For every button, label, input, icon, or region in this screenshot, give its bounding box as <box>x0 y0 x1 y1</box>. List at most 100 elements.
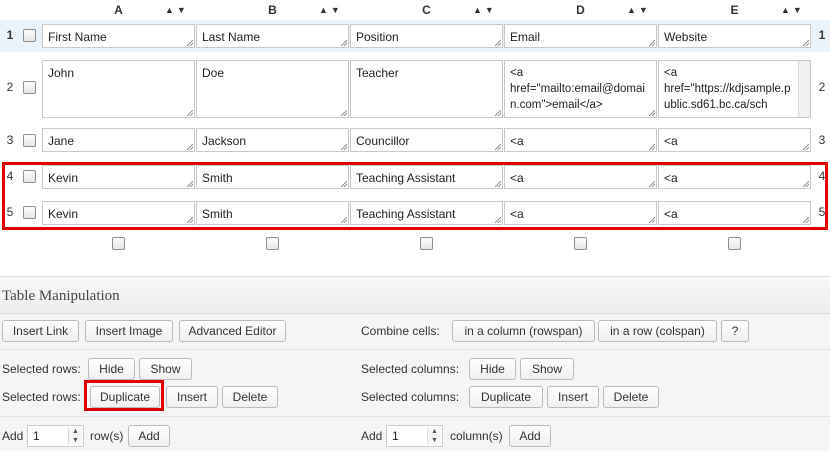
selected-rows-label: Selected rows: <box>2 362 81 376</box>
duplicate-columns-button[interactable]: Duplicate <box>469 386 543 408</box>
add-rows-input[interactable]: 1 ▲ ▼ <box>27 425 84 447</box>
column-header-c: C ▲▼ <box>350 0 503 20</box>
cell-text: <a <box>664 207 678 221</box>
cell-text: <a <box>664 171 678 185</box>
row-number: 2 <box>818 80 826 94</box>
cell-text: Doe <box>202 66 225 80</box>
table-cell[interactable]: Kevin <box>42 165 195 189</box>
divider <box>0 416 830 417</box>
table-cell[interactable]: Email <box>504 24 657 48</box>
insert-rows-button[interactable]: Insert <box>166 386 218 408</box>
sort-arrows-icon[interactable]: ▲▼ <box>781 0 805 20</box>
insert-image-button[interactable]: Insert Image <box>85 320 173 342</box>
columns-suffix-label: column(s) <box>450 429 503 443</box>
add-columns-value: 1 <box>392 429 399 443</box>
show-rows-button[interactable]: Show <box>139 358 192 380</box>
sort-arrows-icon[interactable]: ▲▼ <box>627 0 651 20</box>
column-header-e: E ▲▼ <box>658 0 811 20</box>
spinner-arrows-icon[interactable]: ▲ ▼ <box>427 427 441 445</box>
row-number: 2 <box>6 80 14 94</box>
combine-cells-label: Combine cells: <box>361 324 440 338</box>
row-select-checkbox[interactable] <box>23 81 36 94</box>
add-rows-button[interactable]: Add <box>128 425 170 447</box>
add-columns-button[interactable]: Add <box>509 425 551 447</box>
cell-text: Smith <box>202 171 233 185</box>
table-cell[interactable]: <a <box>504 201 657 225</box>
cell-text: Jane <box>48 134 75 148</box>
cell-text: Website <box>664 30 708 44</box>
cell-text: Councillor <box>356 134 410 148</box>
insert-link-button[interactable]: Insert Link <box>2 320 79 342</box>
table-cell[interactable]: <a href="mailto:email@domain.com">email<… <box>504 60 657 118</box>
colspan-button[interactable]: in a row (colspan) <box>598 320 717 342</box>
rowspan-button[interactable]: in a column (rowspan) <box>452 320 595 342</box>
row-select-checkbox[interactable] <box>23 206 36 219</box>
selected-columns-label: Selected columns: <box>361 362 460 376</box>
cell-text: Kevin <box>48 207 79 221</box>
cell-text: Teaching Assistant <box>356 207 456 221</box>
cell-text: <a href="mailto:email@domain.com">email<… <box>510 67 645 111</box>
row-number: 4 <box>818 169 826 183</box>
sort-arrows-icon[interactable]: ▲▼ <box>319 0 343 20</box>
help-button[interactable]: ? <box>721 320 749 342</box>
cell-text: Kevin <box>48 171 79 185</box>
table-cell[interactable]: Last Name <box>196 24 349 48</box>
table-cell[interactable]: Position <box>350 24 503 48</box>
column-select-checkbox[interactable] <box>266 237 279 250</box>
show-columns-button[interactable]: Show <box>520 358 574 380</box>
row-select-checkbox[interactable] <box>23 29 36 42</box>
divider <box>0 349 830 350</box>
insert-columns-button[interactable]: Insert <box>547 386 599 408</box>
table-cell[interactable]: <a <box>504 128 657 152</box>
row-select-checkbox[interactable] <box>23 134 36 147</box>
table-cell[interactable]: Doe <box>196 60 349 118</box>
table-cell[interactable]: <a <box>658 128 811 152</box>
table-cell[interactable]: Jackson <box>196 128 349 152</box>
cell-text: Smith <box>202 207 233 221</box>
table-cell[interactable]: <a <box>504 165 657 189</box>
cell-text: Jackson <box>202 134 247 148</box>
cell-text: Teaching Assistant <box>356 171 456 185</box>
row-select-checkbox[interactable] <box>23 170 36 183</box>
cell-text: <a <box>510 207 524 221</box>
column-header-a: A ▲▼ <box>42 0 195 20</box>
delete-rows-button[interactable]: Delete <box>222 386 278 408</box>
column-select-checkbox[interactable] <box>420 237 433 250</box>
table-cell[interactable]: Councillor <box>350 128 503 152</box>
table-cell[interactable]: Teacher <box>350 60 503 118</box>
column-select-checkbox[interactable] <box>728 237 741 250</box>
cell-text: Position <box>356 30 399 44</box>
table-cell[interactable]: <a <box>658 165 811 189</box>
sort-arrows-icon[interactable]: ▲▼ <box>473 0 497 20</box>
advanced-editor-button[interactable]: Advanced Editor <box>179 320 286 342</box>
table-cell[interactable]: Teaching Assistant <box>350 201 503 225</box>
cell-text: <a <box>664 134 678 148</box>
table-cell[interactable]: Jane <box>42 128 195 152</box>
panel-title: Table Manipulation <box>0 276 830 314</box>
cell-text: <a <box>510 171 524 185</box>
spinner-arrows-icon[interactable]: ▲ ▼ <box>68 427 82 445</box>
hide-columns-button[interactable]: Hide <box>469 358 516 380</box>
table-cell[interactable]: <a href="https://kdjsample.public.sd61.b… <box>658 60 811 118</box>
table-cell[interactable]: John <box>42 60 195 118</box>
cell-scrollbar[interactable] <box>798 61 810 117</box>
cell-text: <a <box>510 134 524 148</box>
table-cell[interactable]: First Name <box>42 24 195 48</box>
delete-columns-button[interactable]: Delete <box>603 386 659 408</box>
hide-rows-button[interactable]: Hide <box>88 358 135 380</box>
cell-text: Last Name <box>202 30 261 44</box>
column-select-checkbox[interactable] <box>574 237 587 250</box>
add-columns-input[interactable]: 1 ▲ ▼ <box>386 425 443 447</box>
sort-arrows-icon[interactable]: ▲▼ <box>165 0 189 20</box>
table-cell[interactable]: Teaching Assistant <box>350 165 503 189</box>
duplicate-rows-button[interactable]: Duplicate <box>90 386 160 408</box>
table-cell[interactable]: Smith <box>196 201 349 225</box>
cell-text: Teacher <box>356 66 399 80</box>
column-select-checkbox[interactable] <box>112 237 125 250</box>
table-cell[interactable]: Kevin <box>42 201 195 225</box>
table-cell[interactable]: <a <box>658 201 811 225</box>
cell-text: Email <box>510 30 541 44</box>
row-number: 4 <box>6 169 14 183</box>
table-cell[interactable]: Website <box>658 24 811 48</box>
table-cell[interactable]: Smith <box>196 165 349 189</box>
